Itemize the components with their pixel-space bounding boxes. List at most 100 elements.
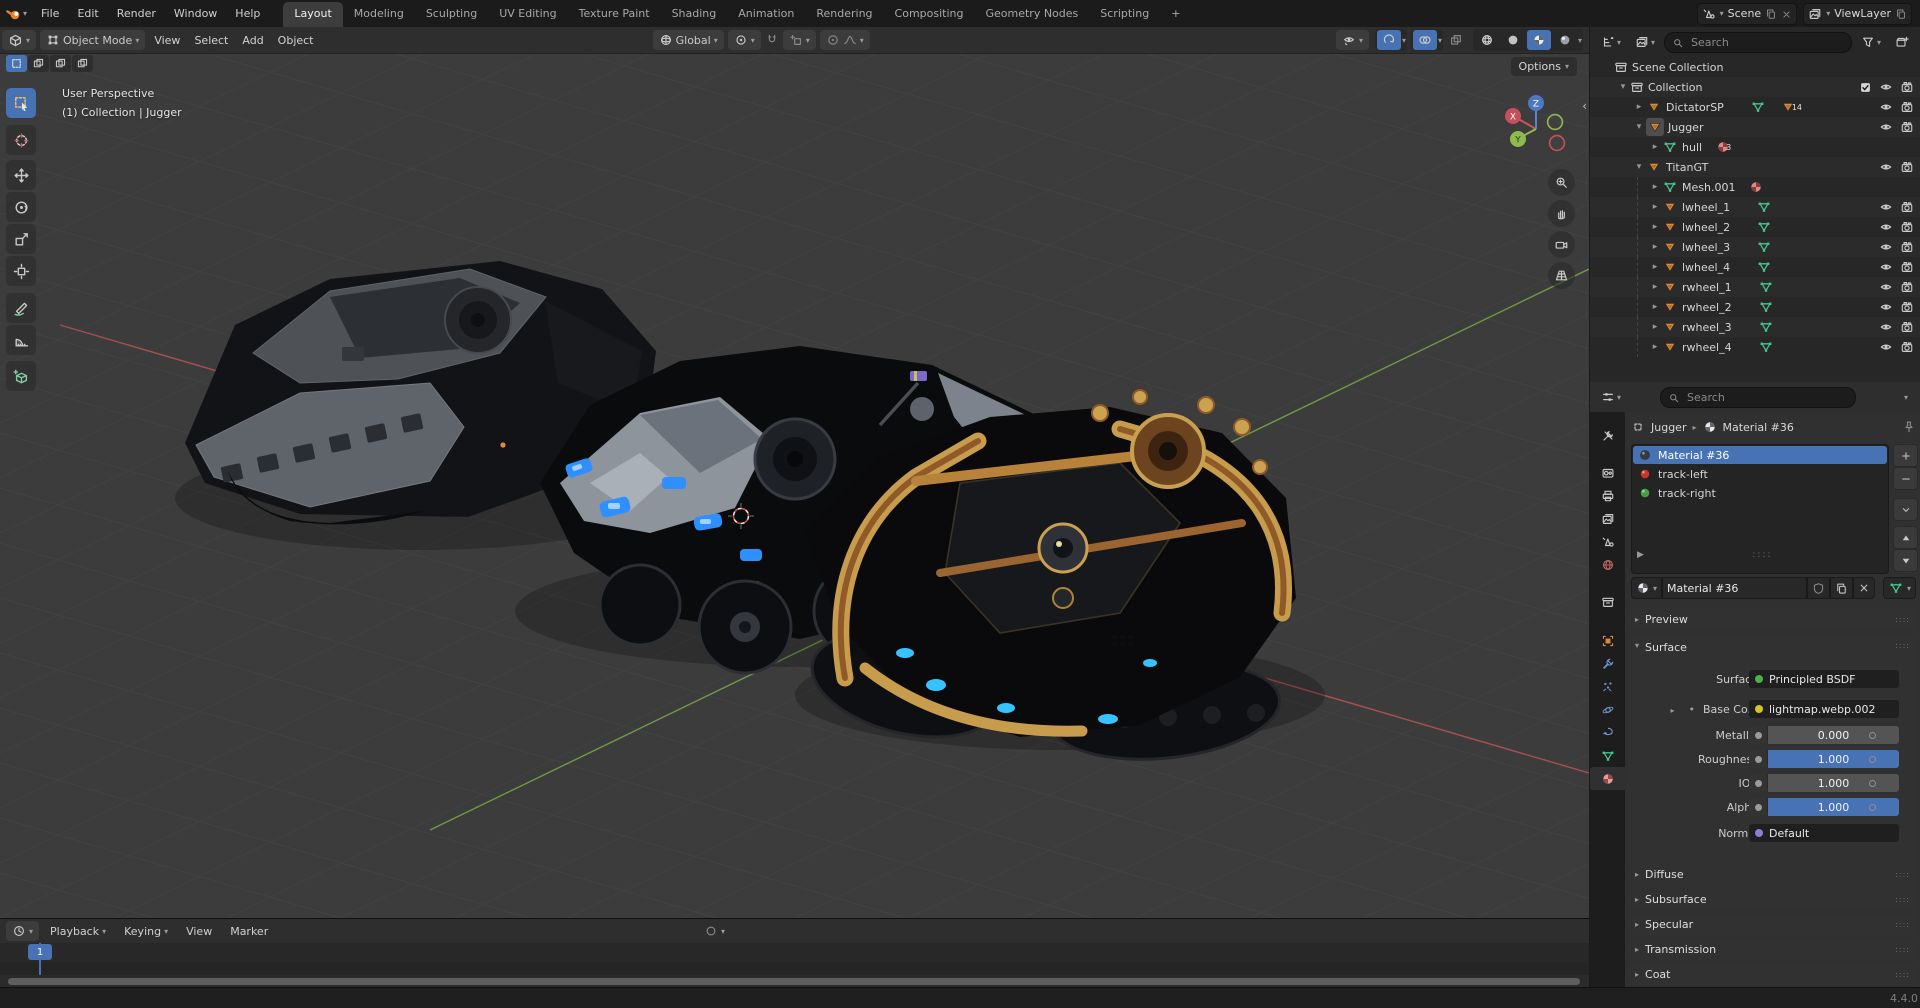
outliner-row-hull[interactable]: ▸hull3 [1590,137,1920,157]
scene-selector[interactable]: ▾ Scene [1697,3,1798,25]
menu-edit[interactable]: Edit [68,1,107,27]
hide-eye-icon[interactable] [1879,320,1893,334]
disable-render-icon[interactable] [1900,220,1914,234]
menu-window[interactable]: Window [165,1,226,27]
shading-wireframe-button[interactable] [1475,30,1499,50]
properties-tab-physics[interactable] [1590,698,1625,721]
unlink-material-button[interactable] [1853,577,1875,599]
properties-tab-particles[interactable] [1590,675,1625,698]
add-slot-button[interactable] [1893,444,1918,467]
metallic-slider[interactable]: 0.000 [1749,726,1899,744]
hide-eye-icon[interactable] [1879,260,1893,274]
menu-render[interactable]: Render [108,1,165,27]
browse-material-button[interactable]: ▾ [1631,577,1662,599]
disable-render-icon[interactable] [1900,300,1914,314]
outliner-row-jugger[interactable]: ▾Jugger [1590,117,1920,137]
hide-eye-icon[interactable] [1879,100,1893,114]
expand-icon[interactable]: ▸ [1648,242,1662,252]
hide-eye-icon[interactable] [1879,200,1893,214]
tool-annotate[interactable] [6,293,36,323]
outliner-search-input[interactable] [1689,35,1844,50]
blender-menu-button[interactable]: ▾ [0,3,32,25]
outliner-display-mode-button[interactable]: ▾ [1596,31,1626,53]
shading-rendered-button[interactable] [1553,30,1577,50]
new-collection-button[interactable] [1890,31,1914,53]
expand-icon[interactable]: ▸ [1648,142,1662,152]
outliner-row-rwheel_1[interactable]: ▸rwheel_1 [1590,277,1920,297]
view-layer-selector[interactable]: ▾ ViewLayer [1803,3,1912,25]
tool-rotate[interactable] [6,192,36,222]
select-mode-subtract[interactable] [50,55,71,72]
panel-diffuse[interactable]: ▸Diffuse:::: [1627,864,1918,885]
copy-material-button[interactable] [1830,577,1853,599]
shading-material-preview-button[interactable] [1527,30,1551,50]
disable-render-icon[interactable] [1900,100,1914,114]
viewport-3d[interactable]: ▾ Object Mode▾ ViewSelectAddObject Globa… [0,27,1589,918]
expand-icon[interactable]: ▸ [1648,262,1662,272]
move-slot-down-button[interactable] [1893,549,1918,572]
breadcrumb-datablock[interactable]: Material #36 [1723,421,1794,434]
disable-render-icon[interactable] [1900,80,1914,94]
shading-solid-button[interactable] [1501,30,1525,50]
properties-editor-type-button[interactable]: ▾ [1596,386,1626,408]
options-button[interactable]: Options ▾ [1511,57,1577,76]
disable-render-icon[interactable] [1900,160,1914,174]
outliner-row-lwheel_4[interactable]: ▸lwheel_4 [1590,257,1920,277]
pin-icon[interactable] [1902,420,1916,434]
viewport-menu-add[interactable]: Add [235,27,270,53]
animate-decorator[interactable] [1869,804,1876,811]
socket-icon[interactable] [1749,750,1768,768]
expand-icon[interactable]: ▸ [1670,706,1674,715]
ior-slider[interactable]: 1.000 [1749,774,1899,792]
hide-eye-icon[interactable] [1879,340,1893,354]
new-view-layer-icon[interactable] [1895,7,1907,20]
timeline-scrollbar[interactable] [8,978,1580,985]
timeline-menu-playback[interactable]: Playback ▾ [41,925,115,938]
panel-coat[interactable]: ▸Coat:::: [1627,964,1918,985]
workspace-tab-modeling[interactable]: Modeling [343,2,415,27]
base-color-field[interactable]: lightmap.webp.002 [1749,700,1899,718]
expand-icon[interactable]: ▸ [1648,222,1662,232]
properties-tab-constraints[interactable] [1590,721,1625,744]
select-mode-invert[interactable] [72,55,93,72]
chevron-down-icon[interactable]: ▾ [1438,36,1442,45]
collapse-icon[interactable]: ▾ [1632,162,1646,172]
expand-icon[interactable]: ▸ [1648,282,1662,292]
panel-preview[interactable]: ▸Preview:::: [1627,608,1918,630]
animate-decorator[interactable] [1869,756,1876,763]
properties-tab-tool[interactable] [1590,424,1625,447]
tool-select-box[interactable] [6,88,36,118]
snap-target-dropdown[interactable]: ▾ [783,30,816,50]
outliner-row-rwheel_2[interactable]: ▸rwheel_2 [1590,297,1920,317]
timeline-menu-keying[interactable]: Keying ▾ [115,925,177,938]
current-frame-badge[interactable]: 1 [28,944,52,960]
properties-tab-collection[interactable] [1590,590,1625,613]
navigation-gizmo[interactable]: Z X Y [1499,89,1573,166]
xray-toggle[interactable] [1444,30,1468,50]
material-name-field[interactable]: Material #36 [1662,577,1807,599]
socket-icon[interactable] [1749,798,1768,816]
collapse-icon[interactable]: ▾ [1616,82,1630,92]
camera-view-button[interactable] [1548,231,1575,258]
properties-tab-modifiers[interactable] [1590,652,1625,675]
gizmo-toggle[interactable] [1377,30,1401,50]
tool-transform[interactable] [6,256,36,286]
collapse-icon[interactable]: ▾ [1632,122,1646,132]
outliner-row-titangt[interactable]: ▾TitanGT [1590,157,1920,177]
hide-eye-icon[interactable] [1879,160,1893,174]
outliner-row-scene collection[interactable]: Scene Collection [1590,57,1920,77]
breadcrumb-object[interactable]: Jugger [1651,421,1686,434]
hide-eye-icon[interactable] [1879,80,1893,94]
timeline-ruler[interactable] [0,943,1589,963]
select-mode-set[interactable] [6,55,27,72]
outliner-row-lwheel_3[interactable]: ▸lwheel_3 [1590,237,1920,257]
panel-specular[interactable]: ▸Specular:::: [1627,914,1918,935]
workspace-tab-sculpting[interactable]: Sculpting [415,2,488,27]
workspace-tab-texture-paint[interactable]: Texture Paint [568,2,661,27]
properties-tab-world[interactable] [1590,553,1625,576]
timeline-editor-type-button[interactable]: ▾ [6,921,39,941]
properties-tab-view-layer[interactable] [1590,507,1625,530]
collection-checkbox[interactable] [1859,80,1872,94]
menu-file[interactable]: File [32,1,68,27]
workspace-tab-uv-editing[interactable]: UV Editing [488,2,567,27]
